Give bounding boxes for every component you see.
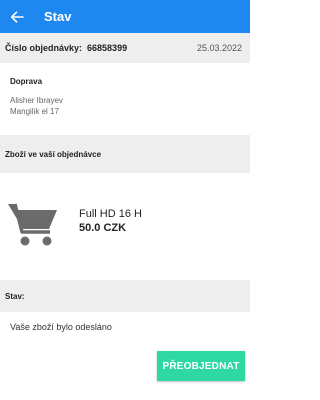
app-bar: Stav	[0, 0, 250, 33]
delivery-section: Doprava Alisher Ibrayev Mangilik el 17	[0, 63, 250, 135]
order-date: 25.03.2022	[196, 43, 242, 53]
arrow-left-icon	[10, 10, 24, 23]
product-item: Full HD 16 H 50.0 CZK	[0, 173, 250, 280]
status-section-header: Stav:	[0, 280, 250, 312]
page-title: Stav	[44, 9, 72, 24]
status-text: Vaše zboží bylo odesláno	[10, 322, 112, 332]
delivery-address: Mangilik el 17	[10, 107, 59, 116]
order-number-label: Číslo objednávky:	[5, 43, 83, 53]
order-number: 66858399	[87, 43, 128, 53]
shopping-cart-icon	[8, 203, 57, 246]
back-button[interactable]	[0, 0, 34, 33]
order-info-bar: Číslo objednávky: 66858399 25.03.2022	[0, 33, 250, 63]
reorder-button[interactable]: PŘEOBJEDNAT	[157, 351, 245, 381]
product-price: 50.0 CZK	[79, 222, 127, 234]
goods-heading: Zboží ve vaší objednávce	[5, 149, 102, 159]
delivery-name: Alisher Ibrayev	[10, 96, 63, 105]
status-heading: Stav:	[5, 291, 25, 301]
delivery-heading: Doprava	[10, 77, 43, 86]
product-name: Full HD 16 H	[79, 208, 142, 220]
goods-section-header: Zboží ve vaší objednávce	[0, 135, 250, 173]
